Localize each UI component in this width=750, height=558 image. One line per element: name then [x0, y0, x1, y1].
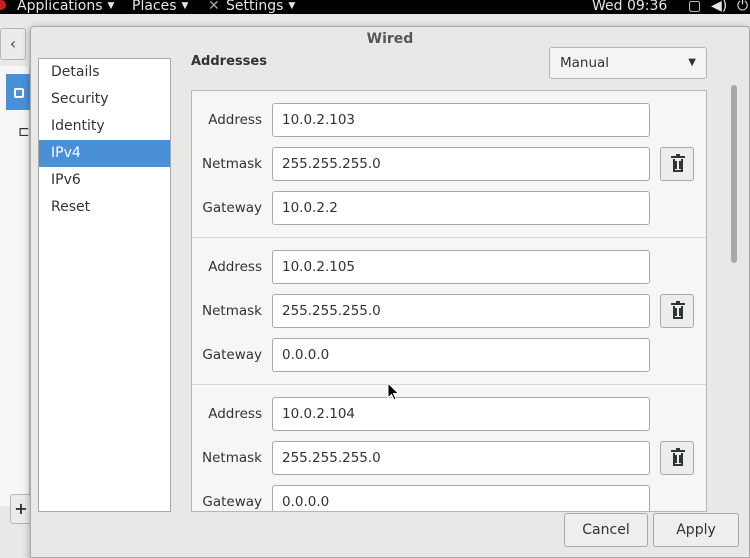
- trash-icon: [671, 301, 685, 319]
- address-input[interactable]: 10.0.2.104: [272, 397, 650, 431]
- ipv4-method-select[interactable]: Manual ▼: [549, 47, 707, 79]
- trash-icon: [671, 154, 685, 172]
- back-button[interactable]: ‹: [0, 28, 26, 60]
- gateway-label: Gateway: [202, 200, 262, 216]
- chevron-down-icon: ▼: [688, 57, 696, 68]
- gateway-label: Gateway: [202, 347, 262, 363]
- nav-item-ipv6[interactable]: IPv6: [39, 167, 170, 194]
- mouse-cursor-icon: [387, 382, 400, 401]
- applications-menu[interactable]: Applications ▼: [17, 0, 114, 14]
- wired-dialog: Wired Details Security Identity IPv4 IPv…: [30, 26, 750, 558]
- address-label: Address: [208, 259, 262, 275]
- volume-icon[interactable]: ◀): [711, 0, 727, 14]
- address-entry: Address 10.0.2.103 Netmask 255.255.255.0…: [192, 91, 706, 238]
- address-input[interactable]: 10.0.2.105: [272, 250, 650, 284]
- add-connection-button[interactable]: +: [10, 494, 32, 524]
- chevron-down-icon: ▼: [288, 1, 296, 11]
- chevron-down-icon: ▼: [181, 1, 189, 11]
- gateway-input[interactable]: 0.0.0.0: [272, 485, 650, 511]
- address-input[interactable]: 10.0.2.103: [272, 103, 650, 137]
- settings-menu[interactable]: ✕ Settings ▼: [208, 0, 295, 14]
- netmask-label: Netmask: [202, 450, 262, 466]
- netmask-label: Netmask: [202, 303, 262, 319]
- places-menu[interactable]: Places ▼: [132, 0, 188, 14]
- address-label: Address: [208, 112, 262, 128]
- wired-network-icon: ⊏: [18, 124, 30, 140]
- netmask-label: Netmask: [202, 156, 262, 172]
- plus-icon: +: [14, 499, 28, 518]
- delete-address-button[interactable]: [660, 147, 694, 181]
- nav-item-reset[interactable]: Reset: [39, 194, 170, 221]
- addresses-heading: Addresses: [191, 54, 267, 69]
- cancel-button[interactable]: Cancel: [564, 513, 648, 547]
- nav-item-ipv4[interactable]: IPv4: [39, 140, 170, 167]
- clock[interactable]: Wed 09:36: [592, 0, 667, 14]
- nav-item-identity[interactable]: Identity: [39, 113, 170, 140]
- chevron-down-icon: ▼: [107, 1, 115, 11]
- addresses-scroll-area[interactable]: Address 10.0.2.103 Netmask 255.255.255.0…: [191, 90, 707, 512]
- delete-address-button[interactable]: [660, 441, 694, 475]
- method-select-value: Manual: [560, 55, 610, 71]
- settings-menu-label: Settings: [226, 0, 284, 14]
- screen-lock-icon[interactable]: ▢: [688, 0, 701, 14]
- top-panel: Applications ▼ Places ▼ ✕ Settings ▼ Wed 09:…: [0, 0, 750, 14]
- gateway-input[interactable]: 10.0.2.2: [272, 191, 650, 225]
- nav-item-security[interactable]: Security: [39, 86, 170, 113]
- applications-menu-label: Applications: [17, 0, 103, 14]
- power-icon[interactable]: ⏻: [737, 0, 748, 14]
- netmask-input[interactable]: 255.255.255.0: [272, 441, 650, 475]
- nav-item-details[interactable]: Details: [39, 59, 170, 86]
- address-entry: Address 10.0.2.104 Netmask 255.255.255.0…: [192, 385, 706, 511]
- delete-address-button[interactable]: [660, 294, 694, 328]
- gateway-label: Gateway: [202, 494, 262, 510]
- trash-icon: [671, 448, 685, 466]
- netmask-input[interactable]: 255.255.255.0: [272, 294, 650, 328]
- scrollbar-thumb[interactable]: [731, 85, 737, 263]
- address-label: Address: [208, 406, 262, 422]
- activities-icon[interactable]: [0, 0, 6, 10]
- settings-app-icon: ✕: [208, 0, 220, 14]
- netmask-input[interactable]: 255.255.255.0: [272, 147, 650, 181]
- apply-button[interactable]: Apply: [653, 513, 739, 547]
- settings-nav-list: Details Security Identity IPv4 IPv6 Rese…: [38, 58, 171, 512]
- address-entry: Address 10.0.2.105 Netmask 255.255.255.0…: [192, 238, 706, 385]
- gateway-input[interactable]: 0.0.0.0: [272, 338, 650, 372]
- network-icon: [14, 88, 24, 98]
- chevron-left-icon: ‹: [9, 34, 17, 53]
- places-menu-label: Places: [132, 0, 177, 14]
